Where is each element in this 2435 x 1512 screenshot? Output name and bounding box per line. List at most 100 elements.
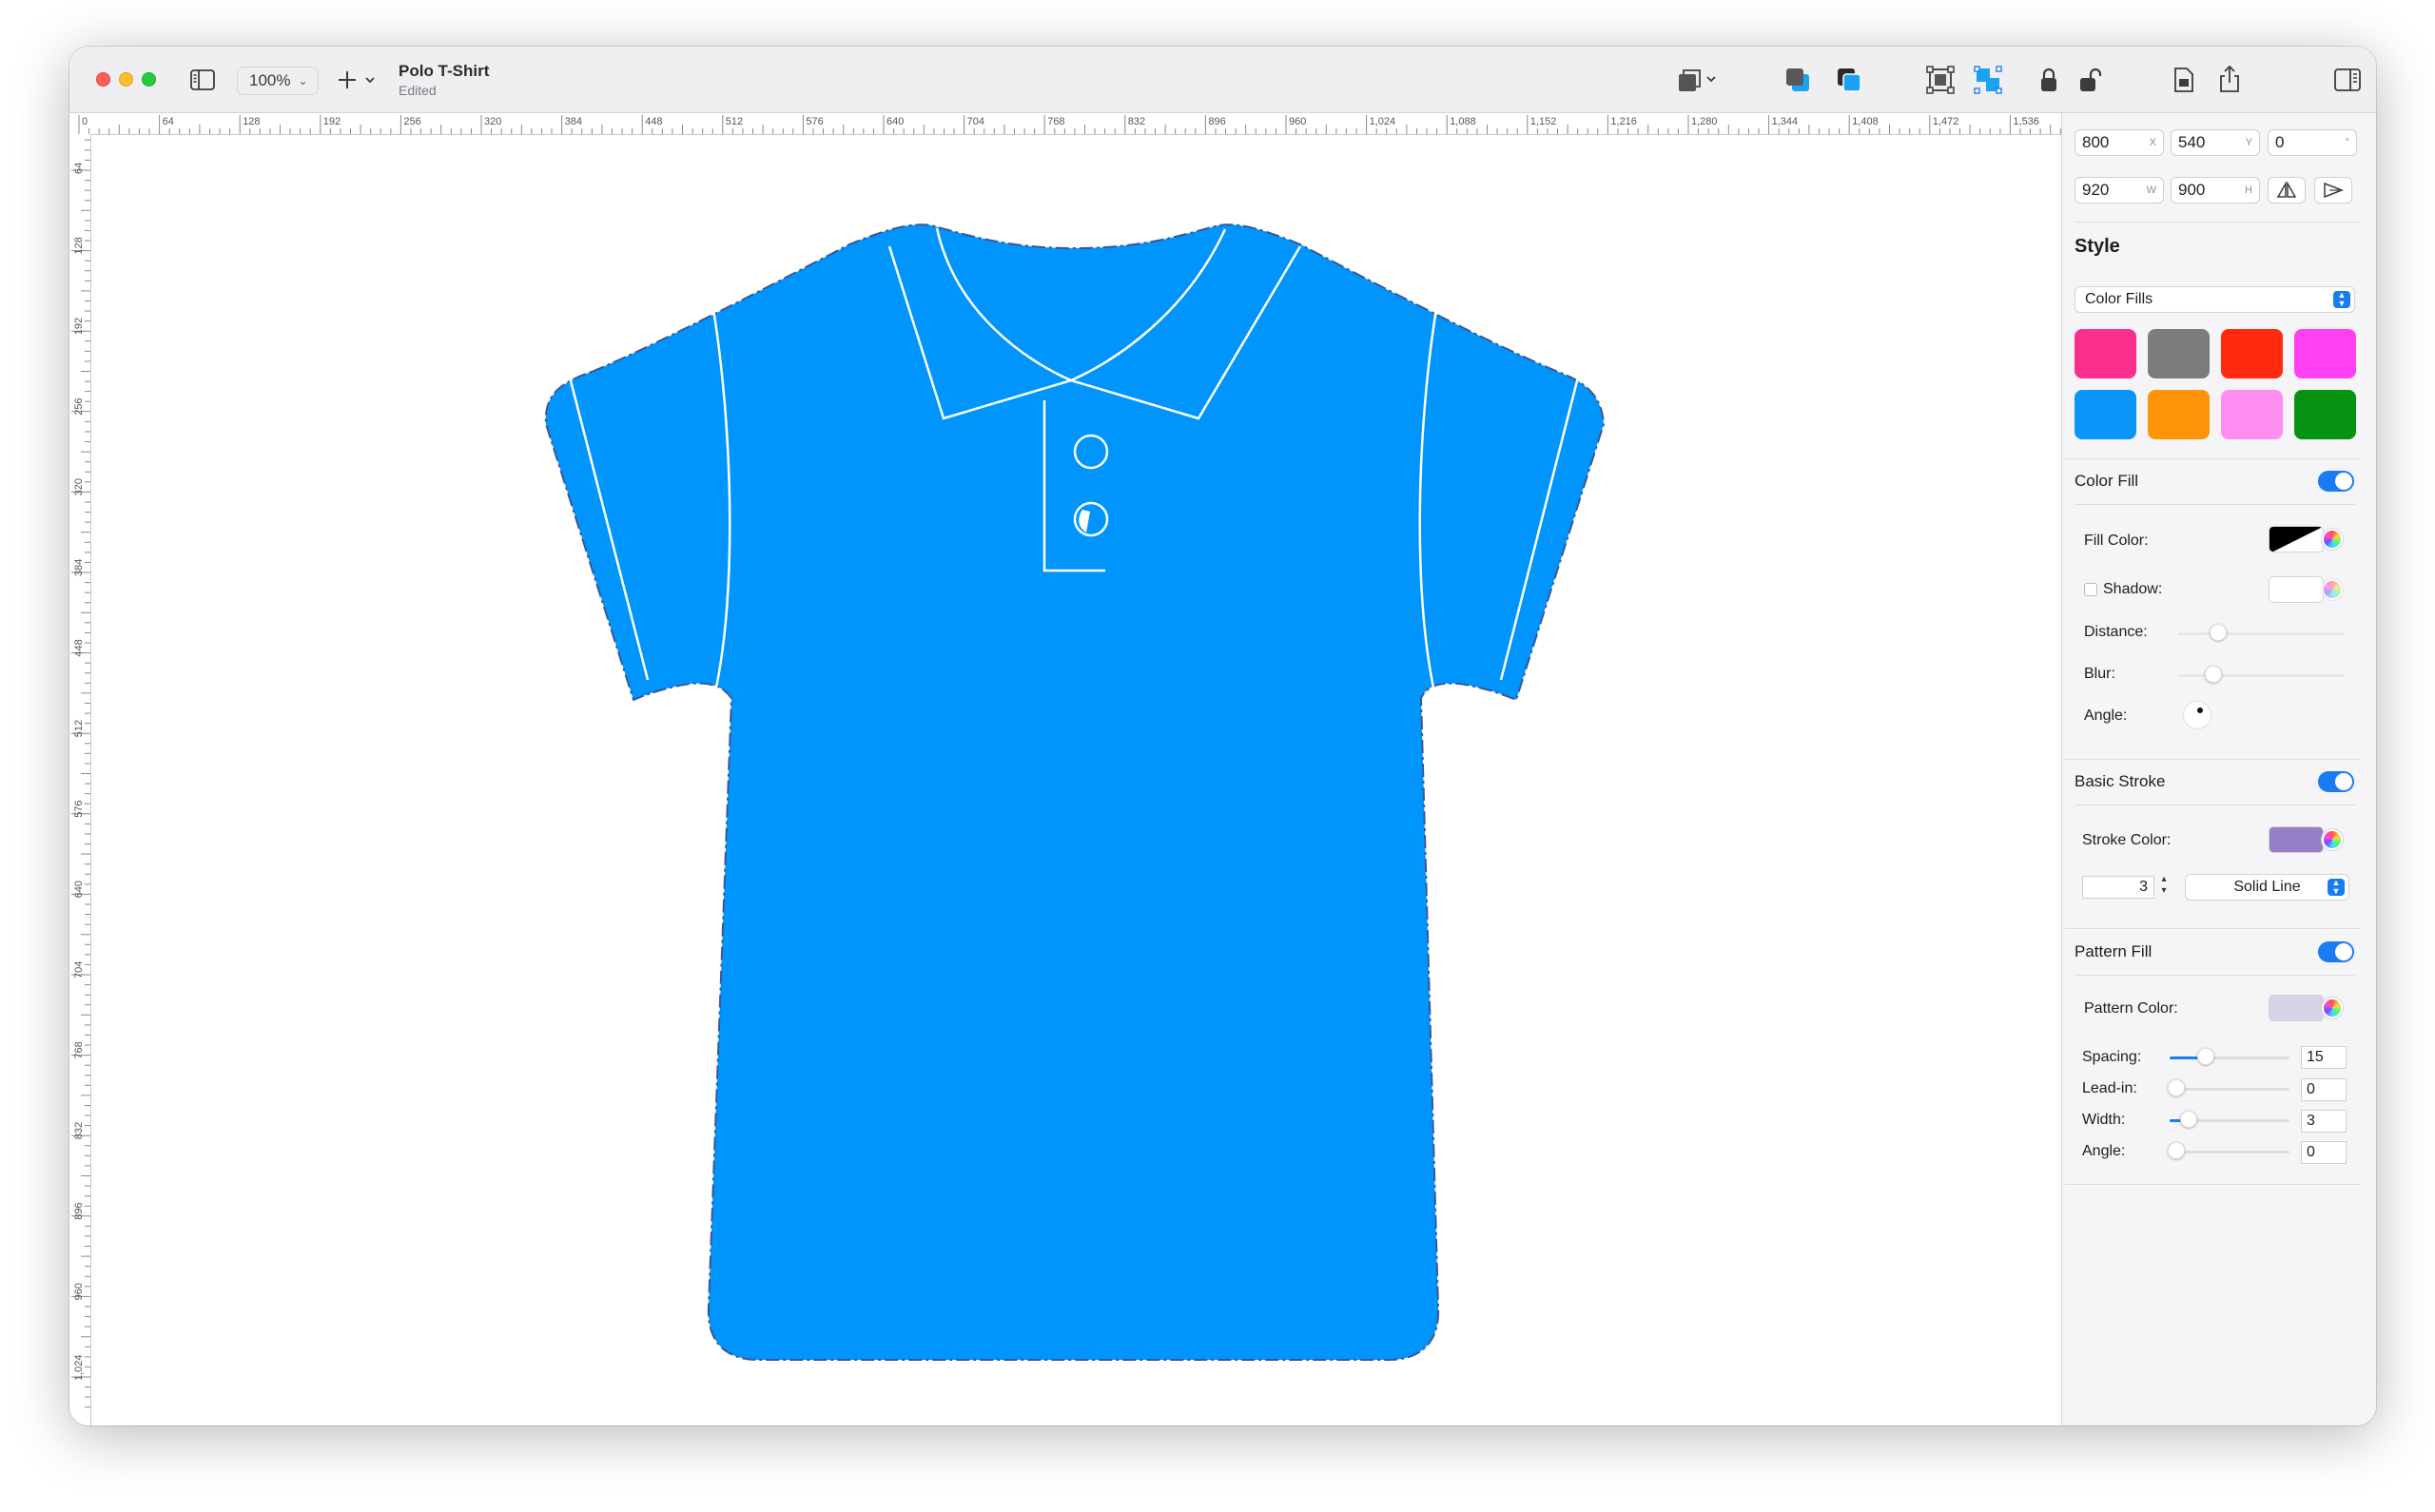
minimize-window-button[interactable] (119, 72, 133, 87)
color-picker-icon[interactable] (2322, 998, 2343, 1018)
divider (2065, 458, 2360, 459)
drawing-canvas[interactable] (91, 135, 2061, 1425)
vertical-ruler-ticks: 64 128 192 256 320 384 448 512 576 640 704 768 832 89… (71, 139, 90, 1408)
export-document-icon[interactable] (2170, 66, 2198, 94)
sidebar-toggle-icon[interactable] (189, 68, 216, 92)
ruler-label: 640 (886, 116, 904, 127)
send-backward-icon[interactable] (1833, 66, 1865, 94)
height-suffix: H (2245, 184, 2252, 196)
blur-slider-knob[interactable] (2205, 666, 2222, 683)
pattern-width-label: Width: (2082, 1112, 2126, 1128)
stroke-width-stepper[interactable]: ▴ ▾ (2157, 874, 2171, 901)
angle-dial[interactable] (2184, 702, 2211, 728)
lock-icon[interactable] (2035, 66, 2063, 94)
spacing-slider-knob[interactable] (2197, 1048, 2214, 1065)
horizontal-ruler-ticks: 0 64 128 192 256 320 384 448 512 576 640 704 768 832 8… (78, 115, 2061, 134)
spacing-value: 15 (2307, 1049, 2324, 1065)
group-icon[interactable] (1924, 66, 1957, 94)
pattern-angle-field[interactable]: 0 (2301, 1141, 2347, 1164)
blur-slider-track[interactable] (2178, 674, 2345, 677)
ruler-label: 1,152 (1530, 116, 1557, 127)
pattern-angle-value: 0 (2307, 1144, 2315, 1160)
flip-horizontal-button[interactable] (2268, 177, 2306, 204)
inspector-toggle-icon[interactable] (2333, 66, 2362, 94)
color-swatch[interactable] (2221, 390, 2283, 439)
pattern-angle-slider-knob[interactable] (2168, 1142, 2185, 1159)
pattern-width-slider-knob[interactable] (2180, 1111, 2197, 1128)
line-style-select[interactable]: Solid Line ▲ ▼ (2185, 874, 2349, 901)
width-value: 920 (2082, 181, 2110, 199)
color-swatch[interactable] (2075, 390, 2136, 439)
ruler-label: 704 (967, 116, 984, 127)
shadow-angle-label: Angle: (2084, 708, 2128, 724)
color-picker-icon[interactable] (2322, 529, 2343, 550)
color-picker-icon[interactable] (2322, 579, 2343, 600)
divider (2065, 759, 2360, 760)
height-value: 900 (2178, 181, 2206, 199)
basic-stroke-toggle[interactable] (2318, 771, 2354, 792)
bring-forward-icon[interactable] (1782, 66, 1814, 94)
ruler-label: 128 (73, 237, 85, 254)
stroke-width-field[interactable]: 3 (2082, 876, 2154, 899)
color-swatch[interactable] (2294, 390, 2356, 439)
width-suffix: W (2146, 184, 2156, 196)
distance-slider-knob[interactable] (2210, 624, 2227, 641)
leadin-field[interactable]: 0 (2301, 1078, 2347, 1101)
divider (2075, 504, 2355, 505)
polo-shirt-shape[interactable] (544, 223, 1606, 1361)
ruler-label: 1,216 (1610, 116, 1637, 127)
unlock-icon[interactable] (2076, 66, 2105, 94)
color-swatch[interactable] (2294, 329, 2356, 378)
ruler-label: 512 (726, 116, 743, 127)
stroke-color-well[interactable] (2269, 826, 2324, 853)
height-field[interactable]: 900 H (2171, 177, 2260, 204)
pattern-angle-slider-track[interactable] (2170, 1151, 2289, 1153)
width-field[interactable]: 920 W (2075, 177, 2164, 204)
pattern-color-preview (2269, 996, 2323, 1020)
stroke-color-preview (2269, 827, 2323, 852)
color-swatch[interactable] (2148, 329, 2210, 378)
ungroup-icon[interactable] (1972, 66, 2004, 94)
style-section-title: Style (2075, 236, 2120, 257)
pattern-fill-toggle[interactable] (2318, 941, 2354, 962)
pattern-width-field[interactable]: 3 (2301, 1110, 2347, 1133)
divider (2075, 804, 2355, 805)
fill-color-label: Fill Color: (2084, 533, 2149, 549)
y-position-field[interactable]: 540 Y (2171, 129, 2260, 156)
pattern-color-well[interactable] (2269, 995, 2324, 1021)
arrange-menu-icon[interactable] (1673, 66, 1724, 94)
zoom-select[interactable]: 100% ⌄ (237, 67, 319, 95)
flip-vertical-button[interactable] (2314, 177, 2352, 204)
x-suffix: X (2149, 137, 2156, 148)
leadin-slider-track[interactable] (2170, 1088, 2289, 1091)
leadin-slider-knob[interactable] (2168, 1079, 2185, 1096)
ruler-label: 0 (82, 116, 88, 127)
divider (2075, 222, 2360, 223)
share-icon[interactable] (2215, 64, 2244, 94)
ruler-label: 384 (73, 559, 85, 576)
rotation-angle-field[interactable]: 0 ° (2268, 129, 2357, 156)
zoom-window-button[interactable] (142, 72, 156, 87)
zoom-value: 100% (249, 71, 291, 89)
spacing-field[interactable]: 15 (2301, 1046, 2347, 1069)
add-shape-button[interactable] (338, 68, 381, 92)
shadow-checkbox[interactable] (2084, 583, 2097, 596)
color-swatch[interactable] (2221, 329, 2283, 378)
blur-label: Blur: (2084, 666, 2115, 682)
ruler-label: 960 (1289, 116, 1306, 127)
color-swatch[interactable] (2148, 390, 2210, 439)
y-value: 540 (2178, 133, 2206, 151)
ruler-label: 768 (1047, 116, 1064, 127)
color-fill-toggle[interactable] (2318, 471, 2354, 492)
color-swatch[interactable] (2075, 329, 2136, 378)
ruler-label: 768 (73, 1041, 85, 1058)
shadow-color-well[interactable] (2269, 576, 2324, 603)
fill-color-well[interactable] (2269, 526, 2324, 552)
color-picker-icon[interactable] (2322, 829, 2343, 850)
rotation-value: 0 (2275, 133, 2285, 151)
close-window-button[interactable] (96, 72, 110, 87)
x-position-field[interactable]: 800 X (2075, 129, 2164, 156)
distance-slider-track[interactable] (2178, 632, 2345, 635)
fill-mode-select[interactable]: Color Fills ▲ ▼ (2075, 286, 2355, 313)
polo-shirt-drawing[interactable] (91, 135, 2061, 1425)
